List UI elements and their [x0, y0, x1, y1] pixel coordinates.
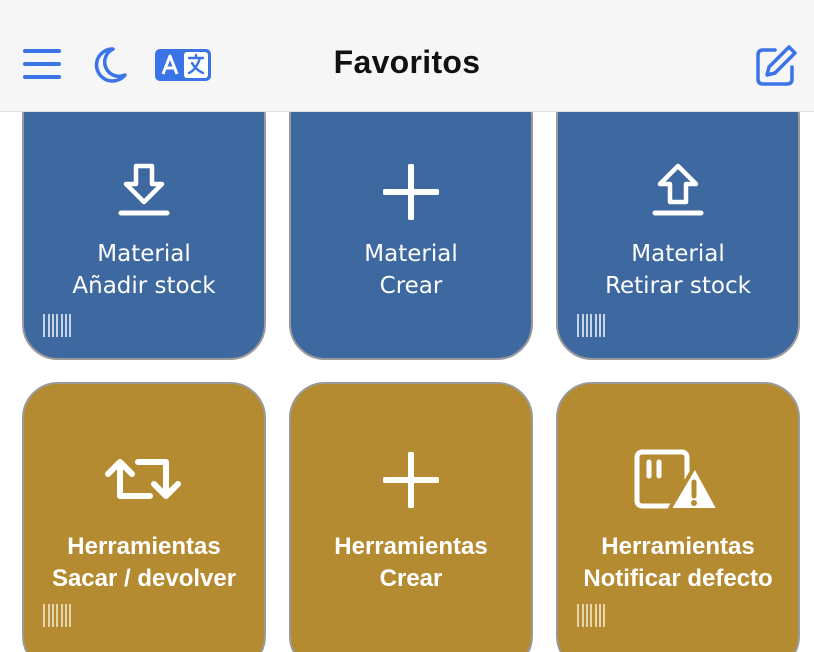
tile-label: Material Añadir stock [24, 238, 264, 302]
edit-icon[interactable] [752, 42, 800, 90]
download-icon [24, 162, 264, 218]
page-title: Favoritos [333, 44, 481, 80]
favorites-screen: Material Añadir stock Material Crear Mat… [0, 0, 814, 652]
tile-label-action: Añadir stock [72, 273, 216, 299]
defect-warning-icon [558, 448, 798, 514]
header-bar: Favoritos [0, 0, 814, 112]
tile-tools-checkout-return[interactable]: Herramientas Sacar / devolver [22, 382, 266, 652]
barcode-icon [577, 314, 605, 337]
plus-icon [291, 164, 531, 220]
tile-label: Herramientas Crear [291, 531, 531, 595]
tile-label-category: Material [631, 241, 725, 267]
tile-label-action: Notificar defecto [583, 565, 773, 592]
tile-label: Herramientas Notificar defecto [558, 531, 798, 595]
tile-label: Material Crear [291, 238, 531, 302]
tile-label-category: Herramientas [334, 533, 488, 560]
tile-label-action: Crear [379, 273, 443, 299]
tile-label-action: Retirar stock [605, 273, 751, 299]
tile-label-category: Herramientas [601, 533, 755, 560]
plus-icon [291, 452, 531, 508]
tile-material-remove-stock[interactable]: Material Retirar stock [556, 80, 800, 360]
upload-icon [558, 162, 798, 218]
tile-label-action: Sacar / devolver [51, 565, 237, 592]
tile-material-add-stock[interactable]: Material Añadir stock [22, 80, 266, 360]
tile-tools-create[interactable]: Herramientas Crear [289, 382, 533, 652]
tile-label-action: Crear [379, 565, 443, 592]
barcode-icon [43, 604, 71, 627]
barcode-icon [43, 314, 71, 337]
tile-tools-report-defect[interactable]: Herramientas Notificar defecto [556, 382, 800, 652]
tile-material-create[interactable]: Material Crear [289, 80, 533, 360]
tile-label: Material Retirar stock [558, 238, 798, 302]
tile-label: Herramientas Sacar / devolver [24, 531, 264, 595]
barcode-icon [577, 604, 605, 627]
tile-label-category: Material [97, 241, 191, 267]
tile-label-category: Herramientas [67, 533, 221, 560]
swap-icon [24, 450, 264, 508]
tile-label-category: Material [364, 241, 458, 267]
